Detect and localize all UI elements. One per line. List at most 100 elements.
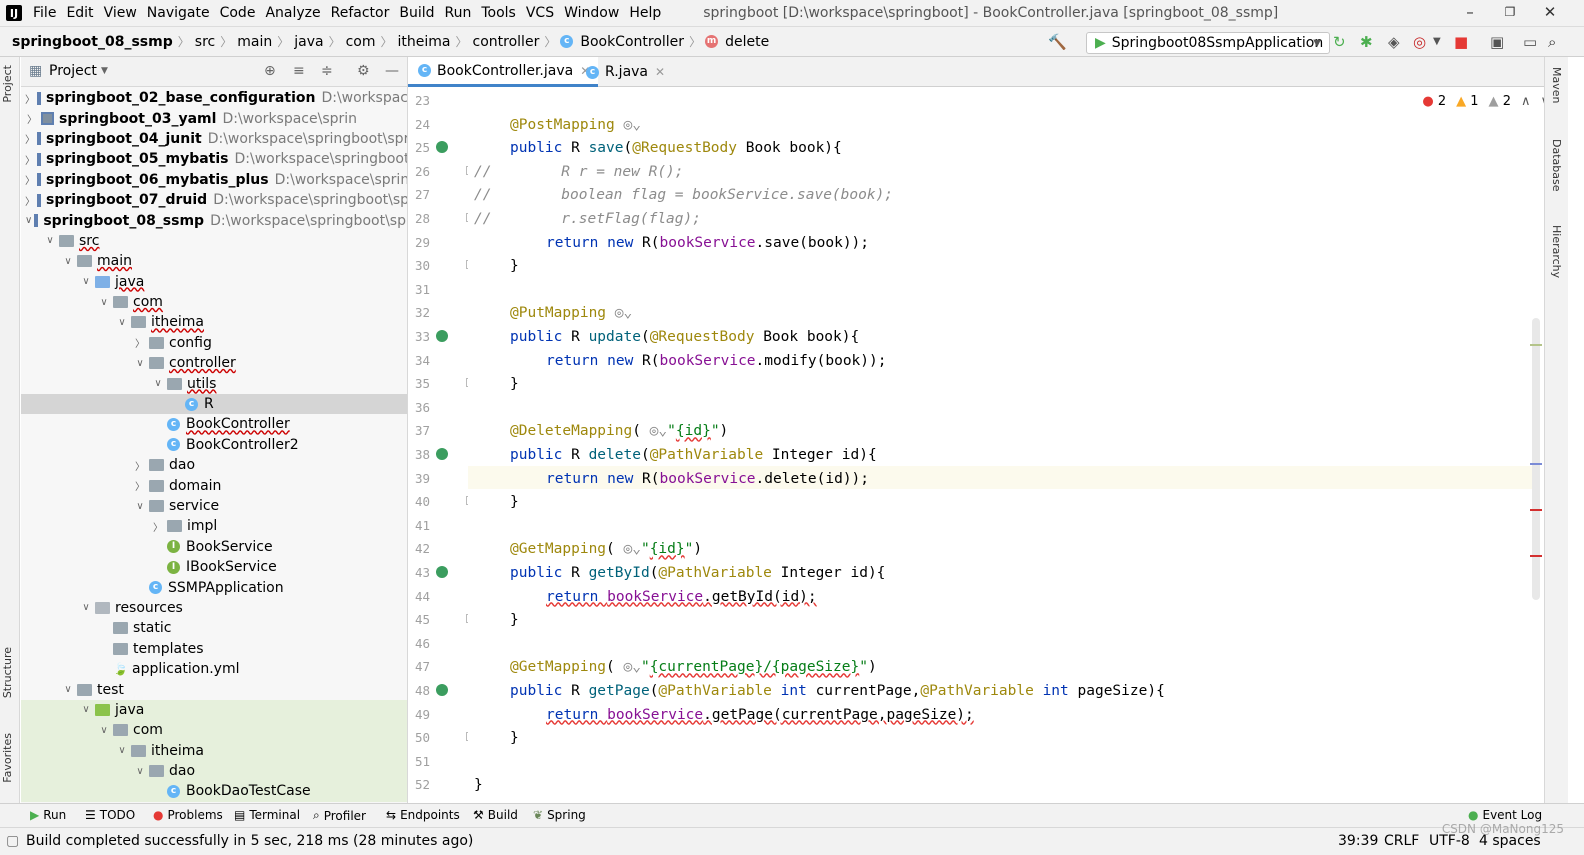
breadcrumb-class[interactable]: BookController <box>577 34 687 50</box>
gear-icon[interactable]: ⚙ <box>357 63 370 79</box>
tree-item[interactable]: ∨ utils <box>21 373 407 393</box>
menu-navigate[interactable]: Navigate <box>142 0 215 27</box>
globe-icon[interactable]: ◎⌄ <box>641 423 667 439</box>
code-line[interactable]: @GetMapping( ◎⌄"{currentPage}/{pageSize}… <box>510 656 877 680</box>
endpoint-gutter-icon[interactable] <box>436 566 448 578</box>
status-toggle-icon[interactable]: ▢ <box>6 833 19 849</box>
restore-button[interactable]: ❐ <box>1490 0 1530 27</box>
tree-item-selected[interactable]: cR <box>21 393 407 415</box>
breadcrumb-method[interactable]: delete <box>722 34 772 50</box>
breadcrumb-itheima[interactable]: itheima <box>395 34 454 50</box>
tree-item[interactable]: 〉 springboot_03_yaml D:\workspace\sprin <box>21 108 407 128</box>
globe-icon[interactable]: ◎⌄ <box>615 659 640 675</box>
tree-item[interactable]: c BookController2 <box>21 435 407 455</box>
tree-item[interactable]: I BookService <box>21 537 407 557</box>
code-line[interactable]: } <box>510 255 519 279</box>
profiler-tool-button[interactable]: ⌕ Profiler <box>313 808 366 823</box>
menu-edit[interactable]: Edit <box>61 0 98 27</box>
code-line[interactable]: // R r = new R(); <box>474 161 684 185</box>
menu-build[interactable]: Build <box>394 0 439 27</box>
tree-item[interactable]: 〉 springboot_05_mybatis D:\workspace\sprin… <box>21 149 407 169</box>
breadcrumb-main[interactable]: main <box>234 34 275 50</box>
database-tool-tab[interactable]: Database <box>1550 139 1563 192</box>
caret-position[interactable]: 39:39 <box>1338 833 1378 849</box>
code-line[interactable]: } <box>510 491 519 515</box>
profile-icon[interactable]: ◎ <box>1413 33 1426 51</box>
tree-item[interactable]: 〉 springboot_07_druid D:\workspace\springb… <box>21 190 407 210</box>
problems-tool-button[interactable]: ● Problems <box>153 808 223 822</box>
tree-item[interactable]: ∨ service <box>21 496 407 516</box>
structure-tool-tab[interactable]: Structure <box>1 647 14 698</box>
tree-item[interactable]: ∨ itheima <box>21 312 407 332</box>
tree-item[interactable]: 〉 springboot_04_junit D:\workspace\springb… <box>21 129 407 149</box>
tree-item[interactable]: I IBookService <box>21 557 407 577</box>
editor-scrollbar[interactable] <box>1532 318 1540 600</box>
breadcrumb-module[interactable]: springboot_08_ssmp <box>9 34 176 50</box>
tree-item[interactable]: ∨ springboot_08_ssmp D:\workspace\springbo… <box>21 210 407 230</box>
tree-item[interactable]: ∨ main <box>21 251 407 271</box>
code-line[interactable]: return bookService.getById(id); <box>546 586 817 610</box>
project-view-title[interactable]: Project <box>49 63 97 79</box>
menu-code[interactable]: Code <box>215 0 261 27</box>
tree-item[interactable]: ∨ java <box>21 699 407 721</box>
tree-item[interactable]: ∨ com <box>21 292 407 312</box>
stop-icon[interactable]: ■ <box>1454 33 1468 51</box>
tree-item[interactable]: c SSMPApplication <box>21 577 407 597</box>
menu-analyze[interactable]: Analyze <box>260 0 325 27</box>
tree-item[interactable]: 〉 springboot_02_base_configuration D:\work… <box>21 88 407 108</box>
tree-item[interactable]: ∨ com <box>21 720 407 741</box>
code-line[interactable]: @DeleteMapping( ◎⌄"{id}") <box>510 420 728 444</box>
tree-item[interactable]: ∨ dao <box>21 760 407 782</box>
close-tab-icon[interactable]: ✕ <box>655 65 665 79</box>
menu-vcs[interactable]: VCS <box>521 0 559 27</box>
project-tool-tab[interactable]: Project <box>1 65 14 103</box>
favorites-tool-tab[interactable]: Favorites <box>1 733 14 783</box>
tree-item[interactable]: ∨ itheima <box>21 740 407 761</box>
todo-tool-button[interactable]: ☰ TODO <box>85 808 135 822</box>
breadcrumb-controller[interactable]: controller <box>470 34 543 50</box>
globe-icon[interactable]: ◎⌄ <box>615 117 640 133</box>
code-line[interactable]: public R getPage(@PathVariable int curre… <box>510 680 1165 704</box>
hide-panel-icon[interactable]: — <box>385 63 399 79</box>
search-icon[interactable]: ⌕ <box>1548 33 1556 51</box>
run-tool-button[interactable]: ▶ Run <box>30 808 66 822</box>
minimize-button[interactable]: – <box>1450 0 1490 27</box>
collapse-all-icon[interactable]: ≑ <box>321 63 333 79</box>
coverage-icon[interactable]: ◈ <box>1388 33 1400 51</box>
menu-file[interactable]: File <box>28 0 61 27</box>
menu-tools[interactable]: Tools <box>476 0 521 27</box>
chevron-down-icon[interactable]: ▼ <box>101 66 108 76</box>
code-line[interactable]: return new R(bookService.save(book)); <box>546 232 869 256</box>
hierarchy-tool-tab[interactable]: Hierarchy <box>1550 225 1563 278</box>
locate-icon[interactable]: ⊕ <box>264 63 276 79</box>
expand-all-icon[interactable]: ≡ <box>293 63 305 79</box>
tree-item[interactable]: ∨ java <box>21 272 407 292</box>
endpoint-gutter-icon[interactable] <box>436 684 448 696</box>
project-structure-icon[interactable]: ▣ <box>1490 33 1504 51</box>
code-line[interactable]: return new R(bookService.delete(id)); <box>546 468 869 492</box>
code-line[interactable]: // r.setFlag(flag); <box>474 208 701 232</box>
event-log-button[interactable]: ● Event Log <box>1468 808 1542 822</box>
run-configuration-select[interactable]: ▶ Springboot08SsmpApplication ▼ <box>1086 32 1330 54</box>
rerun-icon[interactable]: ↻ <box>1333 33 1346 51</box>
inspection-widget[interactable]: ● 2 ▲ 1 ▲ 2 ∧ ∨ <box>1422 94 1550 109</box>
code-line[interactable]: @PostMapping ◎⌄ <box>510 114 641 138</box>
code-line[interactable]: public R save(@RequestBody Book book){ <box>510 137 842 161</box>
endpoint-gutter-icon[interactable] <box>436 330 448 342</box>
breadcrumb-java[interactable]: java <box>291 34 326 50</box>
tree-item[interactable]: 〉 config <box>21 333 407 353</box>
tree-item[interactable]: templates <box>21 639 407 659</box>
menu-run[interactable]: Run <box>440 0 477 27</box>
tree-item[interactable]: 🍃 application.yml <box>21 659 407 679</box>
tree-item[interactable]: ∨ test <box>21 679 407 699</box>
layout-icon[interactable]: ▭ <box>1523 33 1537 51</box>
breadcrumb-src[interactable]: src <box>192 34 218 50</box>
code-line[interactable]: @PutMapping ◎⌄ <box>510 302 632 326</box>
tree-item[interactable]: 〉 springboot_06_mybatis_plus D:\workspace\… <box>21 170 407 190</box>
code-line[interactable]: public R update(@RequestBody Book book){ <box>510 326 859 350</box>
code-editor[interactable]: @PostMapping ◎⌄ public R save(@RequestBod… <box>468 88 1536 800</box>
tree-item[interactable]: c BookController <box>21 414 407 434</box>
code-line[interactable]: } <box>510 609 519 633</box>
tree-item[interactable]: c BookDaoTestCase <box>21 781 407 802</box>
build-tool-button[interactable]: ⚒ Build <box>473 808 518 822</box>
